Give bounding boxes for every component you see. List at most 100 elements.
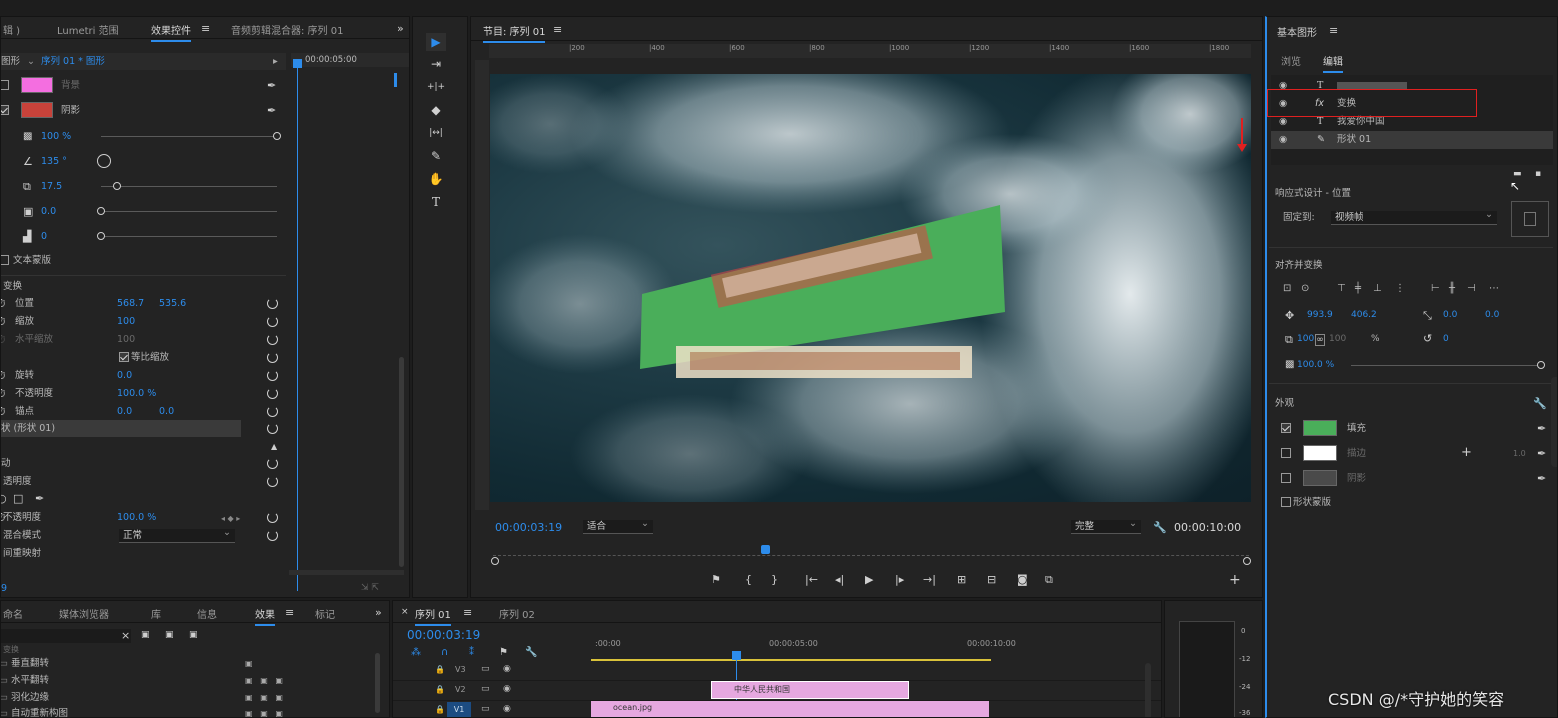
play-only-icon[interactable]: ▸ xyxy=(273,53,278,70)
razor-tool[interactable]: ◆ xyxy=(426,101,446,119)
eg-anchor-y[interactable]: 0.0 xyxy=(1485,307,1499,324)
fill-checkbox[interactable] xyxy=(1281,423,1291,433)
eg-opacity-knob[interactable] xyxy=(1537,361,1545,369)
shadow-blur-value[interactable]: 0 xyxy=(41,228,47,245)
eye-icon[interactable]: ◉ xyxy=(1279,131,1287,148)
mark-in-icon[interactable]: { xyxy=(745,573,752,586)
clip-ocean[interactable]: ocean.jpg xyxy=(591,701,989,717)
shape-layer-row[interactable]: 状 (形状 01) xyxy=(1,420,241,437)
ec-h-scroll[interactable] xyxy=(289,570,404,575)
rect-mask-icon[interactable]: □ xyxy=(13,493,23,504)
pin-edges-widget[interactable] xyxy=(1511,201,1549,237)
eg-pos-x[interactable]: 993.9 xyxy=(1307,307,1333,324)
shadow-opacity-knob[interactable] xyxy=(273,132,281,140)
more-tabs-icon[interactable]: » xyxy=(375,607,382,618)
align-vcenter-icon[interactable]: ╪ xyxy=(1355,283,1361,294)
tab-program[interactable]: 节目: 序列 01 xyxy=(483,23,546,43)
position-x[interactable]: 568.7 xyxy=(117,295,144,312)
collapse-up-icon[interactable]: ▲ xyxy=(271,441,277,452)
wrench-icon[interactable]: 🔧 xyxy=(1153,522,1167,533)
clip-name[interactable]: 序列 01 * 图形 xyxy=(41,53,105,70)
align-right-icon[interactable]: ⊣ xyxy=(1467,283,1476,294)
timeline-playhead-handle[interactable] xyxy=(732,651,741,660)
ec-scrollbar[interactable] xyxy=(399,357,404,567)
nest-icon[interactable]: ⁂ xyxy=(411,647,421,658)
distribute-h-icon[interactable]: ⋯ xyxy=(1489,283,1499,294)
align-bottom-icon[interactable]: ⊥ xyxy=(1373,283,1382,294)
new-layer-icon[interactable]: ▪ xyxy=(1535,169,1541,180)
shadow-color-swatch[interactable] xyxy=(21,102,53,118)
lock-icon[interactable]: 🔒 xyxy=(435,705,445,714)
scale-value[interactable]: 100 xyxy=(117,313,135,330)
eye-icon[interactable]: ◉ xyxy=(503,664,511,674)
effects-scrollbar[interactable] xyxy=(375,653,380,713)
align-hcenter-icon[interactable]: ╫ xyxy=(1449,283,1455,294)
opacity-section-title[interactable]: 透明度 xyxy=(3,473,32,490)
reset-icon[interactable] xyxy=(267,334,278,345)
reset-icon[interactable] xyxy=(267,316,278,327)
motion-section-title[interactable]: 动 xyxy=(1,455,11,472)
list-item[interactable]: ▭ 垂直翻转 ▣ xyxy=(1,655,381,672)
chevron-down-icon[interactable]: ⌄ xyxy=(27,53,35,70)
panel-menu-icon[interactable]: ≡ xyxy=(1329,25,1338,36)
ec-playhead-handle[interactable] xyxy=(293,59,302,68)
tab-project[interactable]: 命名 xyxy=(3,606,23,621)
lift-icon[interactable]: ⊞ xyxy=(957,573,966,586)
tab-audio-clip-mixer[interactable]: 音频剪辑混合器: 序列 01 xyxy=(231,22,343,37)
play-icon[interactable]: ▶ xyxy=(865,573,873,586)
text-mask-checkbox[interactable] xyxy=(1,255,9,265)
tab-libraries[interactable]: 库 xyxy=(151,606,161,621)
stopwatch-icon[interactable]: ⏱ xyxy=(1,370,6,381)
tab-media-browser[interactable]: 媒体浏览器 xyxy=(59,606,109,621)
tab-sequence-01[interactable]: 序列 01 xyxy=(415,606,451,626)
eg-scale-2[interactable]: 100 xyxy=(1329,331,1346,348)
list-item[interactable]: ▭ 羽化边缘 ▣ ▣ ▣ xyxy=(1,689,381,706)
stroke-color-swatch[interactable] xyxy=(1303,445,1337,461)
eye-icon[interactable]: ◉ xyxy=(503,704,511,714)
eyedropper-icon[interactable]: ✒ xyxy=(267,105,276,116)
stroke-width[interactable]: 1.0 xyxy=(1513,445,1526,462)
shadow-checkbox[interactable] xyxy=(1,105,9,115)
opacity3-value[interactable]: 100.0 % xyxy=(117,509,156,526)
eyedropper-icon[interactable]: ✒ xyxy=(267,80,276,91)
tab-info[interactable]: 信息 xyxy=(197,606,217,621)
reset-icon[interactable] xyxy=(267,512,278,523)
film-icon[interactable]: ▭ xyxy=(481,664,490,674)
shadow-distance-knob[interactable] xyxy=(113,182,121,190)
close-tab-icon[interactable]: × xyxy=(401,607,409,618)
slip-tool[interactable]: |↔| xyxy=(426,124,446,142)
clip-graphic[interactable]: 中华人民共和国 xyxy=(711,681,909,699)
anchor-x[interactable]: 0.0 xyxy=(117,403,132,420)
add-marker-icon[interactable]: ⚑ xyxy=(711,573,721,586)
list-item[interactable]: ▭ 水平翻转 ▣ ▣ ▣ xyxy=(1,672,381,689)
eg-tab-browse[interactable]: 浏览 xyxy=(1281,53,1301,68)
angle-dial[interactable] xyxy=(97,154,111,168)
video-frame[interactable] xyxy=(490,74,1251,502)
uniform-scale-checkbox[interactable] xyxy=(119,352,129,362)
extract-icon[interactable]: ⊟ xyxy=(987,573,996,586)
hand-tool[interactable]: ✋ xyxy=(426,170,446,188)
fit-dropdown[interactable]: 适合 xyxy=(583,517,653,534)
eg-side-handle[interactable] xyxy=(1551,377,1557,467)
track-name-v1[interactable]: V1 xyxy=(447,702,471,717)
eg-rotation[interactable]: 0 xyxy=(1443,331,1449,348)
program-timecode[interactable]: 00:00:03:19 xyxy=(495,519,562,536)
shape-mask-checkbox[interactable] xyxy=(1281,497,1291,507)
stopwatch-icon[interactable]: ⏱ xyxy=(1,316,6,327)
step-forward-icon[interactable]: |▸ xyxy=(895,573,904,586)
step-back-icon[interactable]: ◂| xyxy=(835,573,844,586)
scrub-right-handle[interactable] xyxy=(1243,557,1251,565)
type-tool[interactable]: T xyxy=(426,193,446,211)
quality-dropdown[interactable]: 完整 xyxy=(1071,517,1141,534)
align-top-icon[interactable]: ⊤ xyxy=(1337,283,1346,294)
settings-wrench-icon[interactable]: 🔧 xyxy=(525,647,537,658)
shadow-distance-value[interactable]: 17.5 xyxy=(41,178,62,195)
eg-opacity[interactable]: 100.0 % xyxy=(1297,357,1334,374)
time-remap-label[interactable]: 间重映射 xyxy=(3,545,41,562)
mark-out-icon[interactable]: } xyxy=(771,573,778,586)
shadow-opacity-slider[interactable] xyxy=(101,136,277,137)
more-tabs-icon[interactable]: » xyxy=(397,23,404,34)
reset-icon[interactable] xyxy=(267,406,278,417)
linked-selection-icon[interactable]: ⁑ xyxy=(469,647,474,658)
shadow-size-knob[interactable] xyxy=(97,207,105,215)
